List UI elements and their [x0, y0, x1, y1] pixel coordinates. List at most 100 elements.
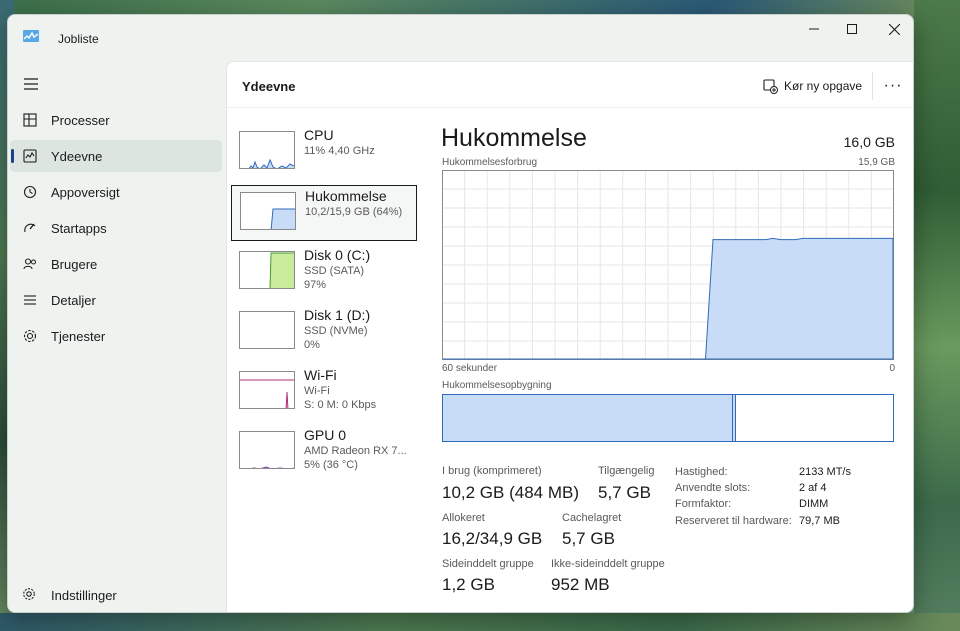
settings-button[interactable]: Indstillinger	[10, 579, 222, 611]
stat-label: Ikke-sideinddelt gruppe	[551, 558, 665, 570]
nav-label: Appoversigt	[51, 185, 120, 200]
nav-item-tjenester[interactable]: Tjenester	[10, 320, 222, 352]
stat-label: I brug (komprimeret)	[442, 465, 542, 477]
graph-x-left: 60 sekunder	[442, 363, 498, 374]
device-detail: Wi-Fi	[304, 385, 330, 397]
device-detail: 5% (36 °C)	[304, 459, 358, 471]
nav-item-detaljer[interactable]: Detaljer	[10, 284, 222, 316]
nav-item-brugere[interactable]: Brugere	[10, 248, 222, 280]
close-button[interactable]	[874, 15, 913, 43]
memory-total: 16,0 GB	[843, 134, 895, 150]
startup-icon	[22, 220, 38, 236]
device-item[interactable]: Wi-Fi Wi-Fi S: 0 M: 0 Kbps	[231, 365, 417, 421]
new-task-icon	[763, 78, 778, 94]
composition-in-use	[443, 395, 733, 441]
stat-value: 5,7 GB	[562, 529, 615, 548]
stat-value: 5,7 GB	[598, 483, 651, 502]
device-detail: S: 0 M: 0 Kbps	[304, 399, 377, 411]
detail-key: Formfaktor:	[675, 498, 732, 510]
memory-composition-bar	[442, 394, 894, 442]
device-item[interactable]: Hukommelse 10,2/15,9 GB (64%)	[231, 185, 417, 241]
composition-modified	[733, 395, 736, 441]
page-title: Ydeevne	[242, 79, 296, 94]
gear-icon	[22, 587, 38, 603]
detail-key: Anvendte slots:	[675, 482, 751, 494]
window-title: Jobliste	[58, 32, 99, 46]
device-detail: SSD (NVMe)	[304, 325, 368, 337]
minimize-button[interactable]	[794, 15, 834, 43]
device-name: Wi-Fi	[304, 367, 337, 383]
maximize-button[interactable]	[832, 15, 872, 43]
nav-label: Tjenester	[51, 329, 106, 344]
task-manager-window: Jobliste Processer Ydeevne Appoversigt S…	[7, 14, 914, 613]
device-item[interactable]: Disk 1 (D:) SSD (NVMe) 0%	[231, 305, 417, 361]
device-detail: SSD (SATA)	[304, 265, 365, 277]
device-name: CPU	[304, 127, 334, 143]
device-thumbnail-graph	[239, 251, 295, 289]
detail-value: 79,7 MB	[799, 515, 840, 527]
usage-graph-label: Hukommelsesforbrug	[442, 157, 538, 168]
device-thumbnail-graph	[239, 311, 295, 349]
stat-value: 10,2 GB (484 MB)	[442, 483, 580, 502]
detail-key: Hastighed:	[675, 466, 728, 478]
run-new-task-button[interactable]: Kør ny opgave	[763, 74, 862, 98]
title-bar[interactable]: Jobliste	[8, 15, 913, 61]
users-icon	[22, 256, 38, 272]
stat-value: 16,2/34,9 GB	[442, 529, 543, 548]
nav-label: Processer	[51, 113, 110, 128]
device-detail: 0%	[304, 339, 320, 351]
hamburger-icon[interactable]	[23, 77, 39, 91]
device-thumbnail-graph	[240, 192, 296, 230]
nav-label: Ydeevne	[51, 149, 103, 164]
nav-item-startapps[interactable]: Startapps	[10, 212, 222, 244]
stat-label: Tilgængelig	[598, 465, 655, 477]
device-detail: 97%	[304, 279, 327, 291]
detail-value: DIMM	[799, 498, 829, 510]
detail-key: Reserveret til hardware:	[675, 515, 792, 527]
composition-label: Hukommelsesopbygning	[442, 380, 552, 391]
stat-label: Sideinddelt gruppe	[442, 558, 534, 570]
processes-icon	[22, 112, 38, 128]
nav-label: Detaljer	[51, 293, 96, 308]
more-options-button[interactable]: ···	[881, 74, 905, 98]
performance-panel: Ydeevne Kør ny opgave ··· CPU 11% 4,40 GH…	[226, 61, 913, 612]
task-manager-icon	[23, 30, 39, 42]
stat-label: Allokeret	[442, 512, 485, 524]
stat-label: Cachelagret	[562, 512, 622, 524]
device-thumbnail-graph	[239, 431, 295, 469]
device-detail: AMD Radeon RX 7...	[304, 445, 407, 457]
services-icon	[22, 328, 38, 344]
minimize-icon	[809, 28, 819, 30]
nav-item-processer[interactable]: Processer	[10, 104, 222, 136]
memory-title: Hukommelse	[441, 124, 587, 152]
graph-x-right: 0	[889, 363, 895, 374]
device-thumbnail-graph	[239, 131, 295, 169]
stat-value: 1,2 GB	[442, 575, 495, 594]
device-item[interactable]: Disk 0 (C:) SSD (SATA) 97%	[231, 245, 417, 301]
device-item[interactable]: CPU 11% 4,40 GHz	[231, 125, 417, 181]
device-detail: 11% 4,40 GHz	[304, 145, 375, 157]
more-options-icon: ···	[883, 77, 903, 94]
nav-item-appoversigt[interactable]: Appoversigt	[10, 176, 222, 208]
device-thumbnail-graph	[239, 371, 295, 409]
device-detail: 10,2/15,9 GB (64%)	[305, 206, 403, 218]
usage-graph-max: 15,9 GB	[858, 157, 895, 168]
device-name: GPU 0	[304, 427, 347, 443]
maximize-icon	[847, 24, 857, 34]
memory-usage-graph	[442, 170, 894, 360]
panel-header: Ydeevne Kør ny opgave ···	[227, 62, 913, 108]
detail-value: 2 af 4	[799, 482, 827, 494]
nav-label: Startapps	[51, 221, 107, 236]
device-name: Hukommelse	[305, 188, 387, 204]
nav-item-ydeevne[interactable]: Ydeevne	[10, 140, 222, 172]
detail-value: 2133 MT/s	[799, 466, 851, 478]
desktop-background-bottom	[0, 613, 960, 631]
app-history-icon	[22, 184, 38, 200]
performance-icon	[22, 148, 38, 164]
close-icon	[888, 23, 900, 35]
device-name: Disk 1 (D:)	[304, 307, 371, 323]
run-new-task-label: Kør ny opgave	[784, 79, 863, 93]
header-divider	[872, 72, 873, 100]
settings-label: Indstillinger	[51, 588, 117, 603]
device-item[interactable]: GPU 0 AMD Radeon RX 7... 5% (36 °C)	[231, 425, 417, 481]
